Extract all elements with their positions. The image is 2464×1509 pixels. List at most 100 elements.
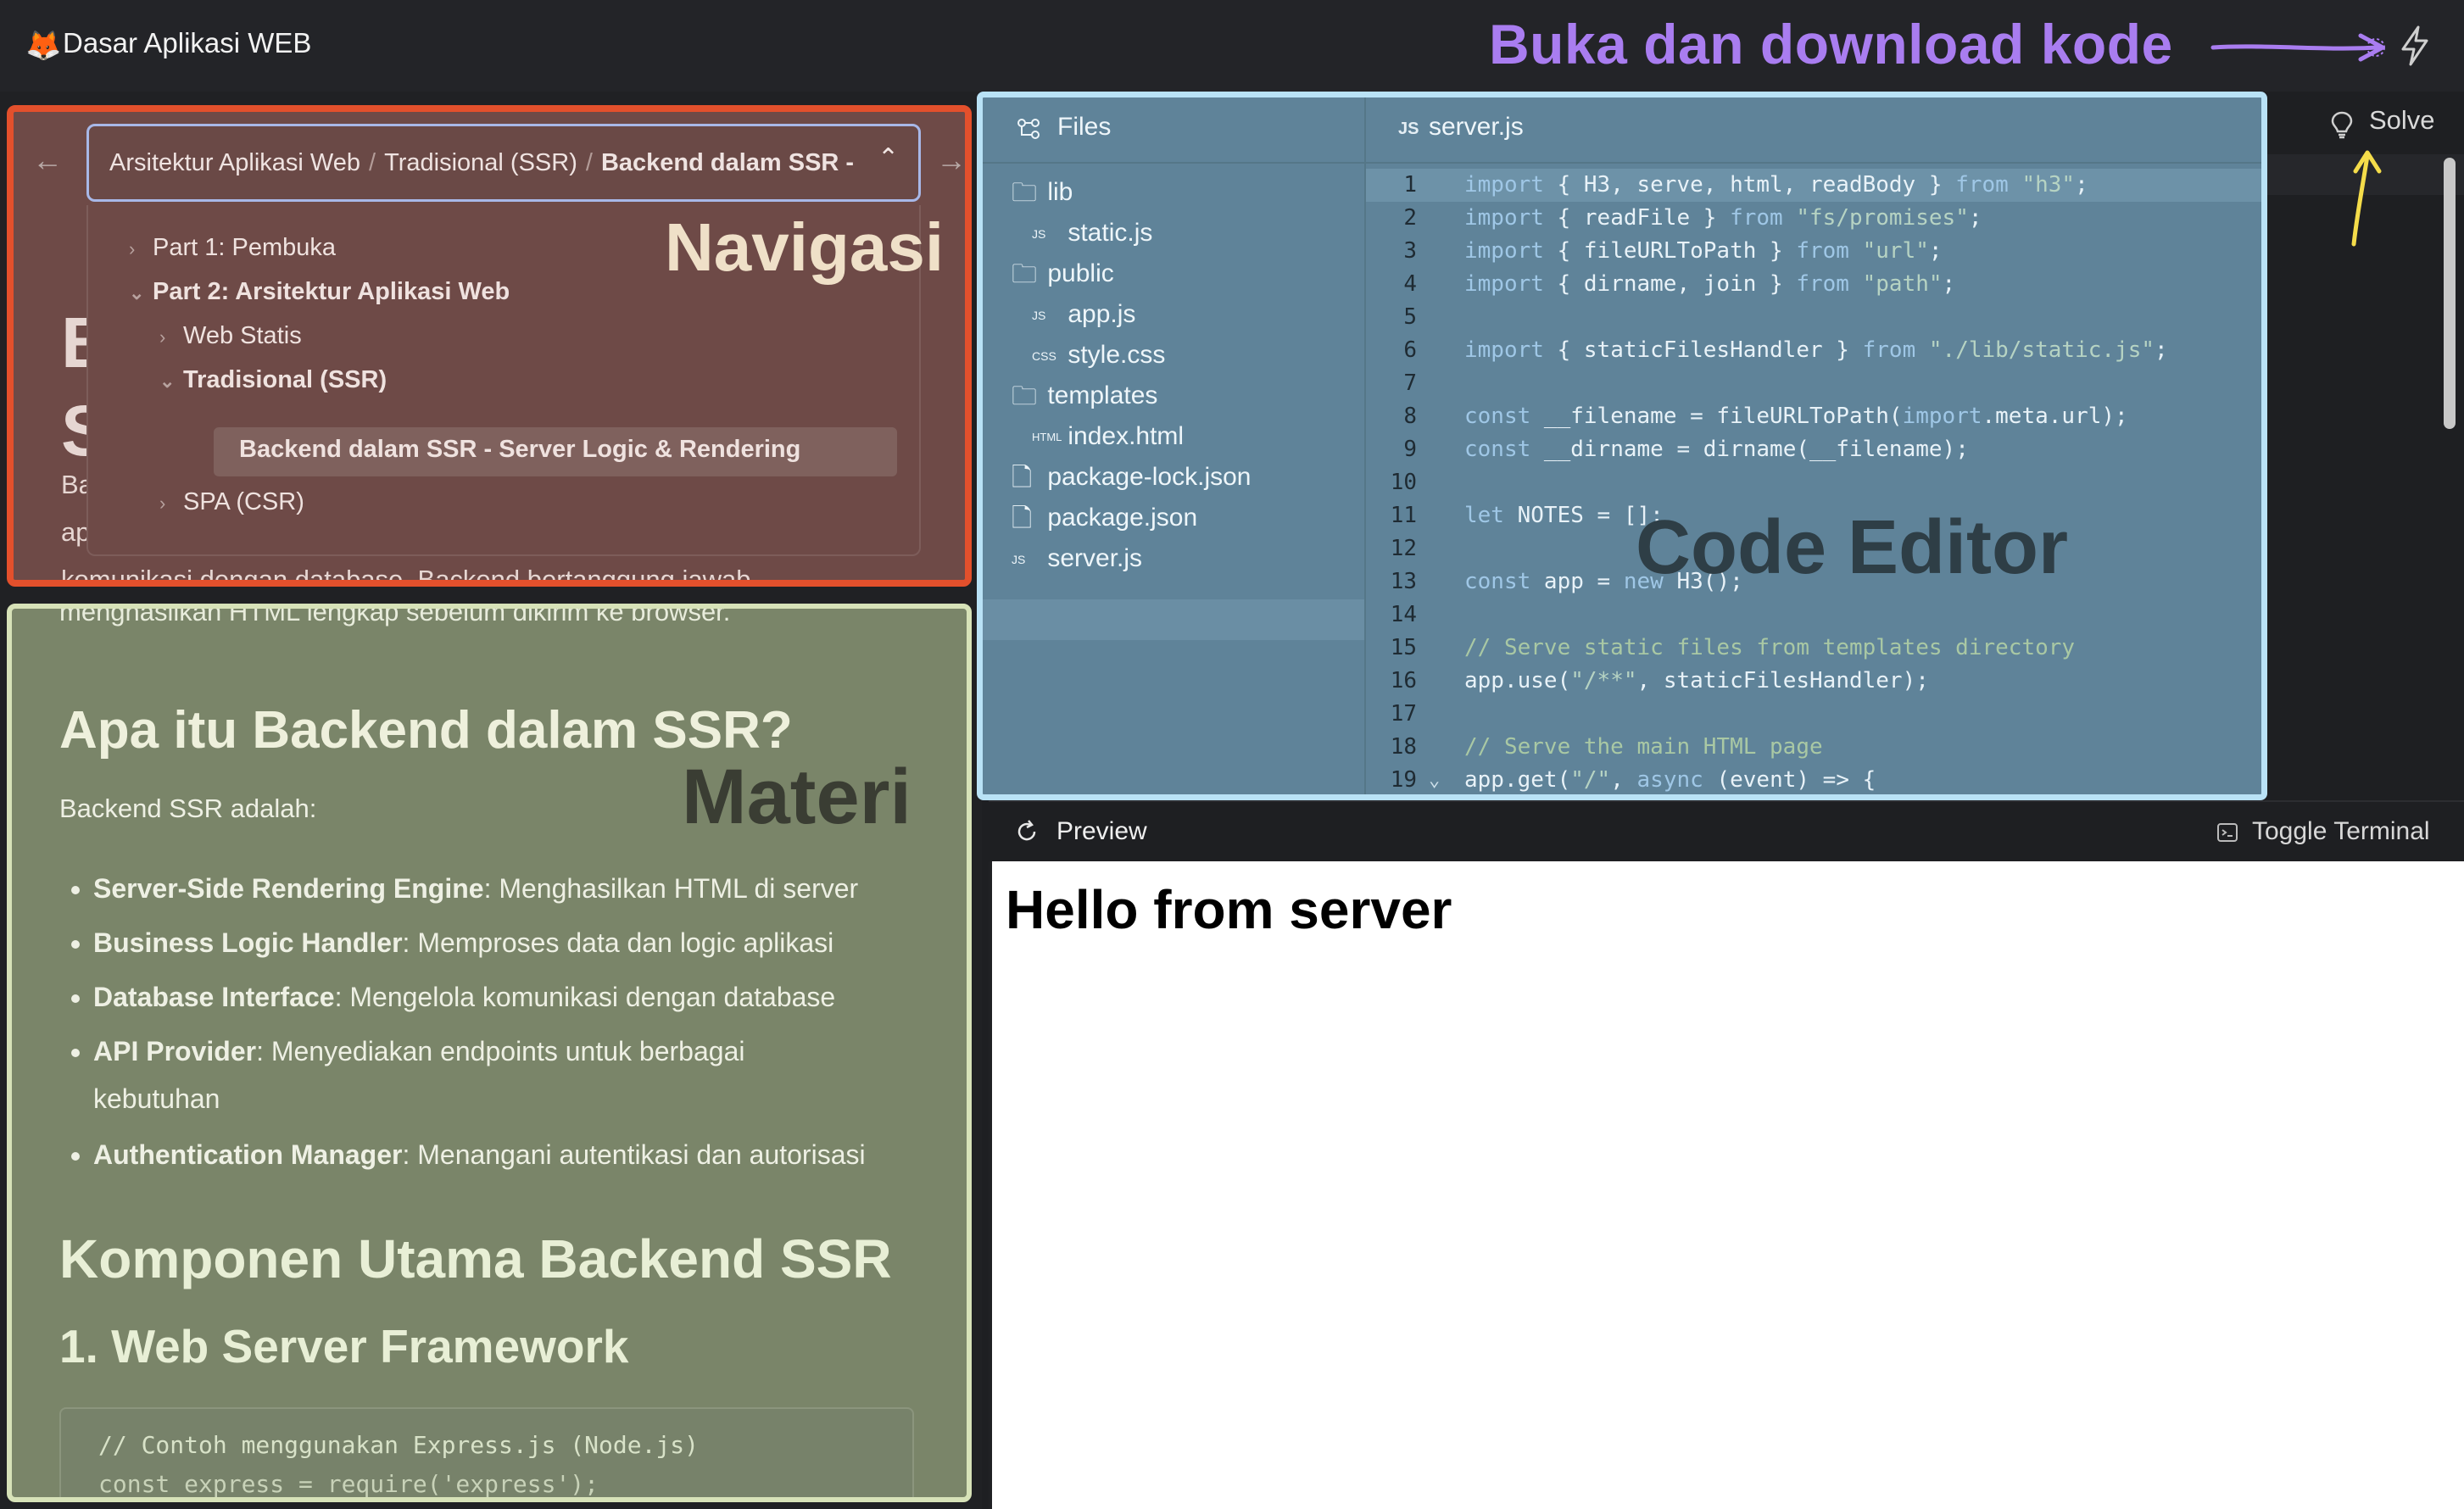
code-line[interactable]: 14 xyxy=(1366,599,2261,632)
toc-item-web-statis[interactable]: › Web Statis xyxy=(159,322,302,350)
lightbulb-icon[interactable] xyxy=(2330,110,2354,139)
line-number: 9 xyxy=(1403,437,1417,462)
line-number: 13 xyxy=(1390,569,1417,594)
section-heading: Komponen Utama Backend SSR xyxy=(59,1228,892,1289)
code-line[interactable]: 8 const __filename = fileURLToPath(import… xyxy=(1366,400,2261,433)
annotation-materi: Materi xyxy=(682,754,911,840)
feature-list: Server-Side Rendering Engine: Menghasilk… xyxy=(59,861,967,1182)
code-text: // Serve the main HTML page xyxy=(1464,734,1823,760)
breadcrumb-item[interactable]: Tradisional (SSR) xyxy=(384,149,577,176)
list-item-term: Business Logic Handler xyxy=(93,927,403,958)
list-item-desc: : Menangani autentikasi dan autorisasi xyxy=(402,1139,866,1170)
code-line[interactable]: 3 import { fileURLToPath } from "url"; xyxy=(1366,235,2261,268)
chevron-right-icon: › xyxy=(129,238,136,259)
code-text: import { fileURLToPath } from "url"; xyxy=(1464,238,1943,264)
code-line[interactable]: 7 xyxy=(1366,367,2261,400)
toc-item-tradisional[interactable]: ⌄ Tradisional (SSR) xyxy=(159,366,387,394)
file-tree: 🗀 lib JS static.js 🗀 public JS app.js CS… xyxy=(983,164,1366,794)
toc-item-part1[interactable]: › Part 1: Pembuka xyxy=(129,234,336,262)
editor-tab-bar: JS server.js xyxy=(1364,97,2261,164)
list-item-term: Authentication Manager xyxy=(93,1139,403,1170)
code-area[interactable]: 1 import { H3, serve, html, readBody } fr… xyxy=(1366,164,2261,794)
prev-page-arrow-icon[interactable]: ← xyxy=(32,142,63,178)
code-line[interactable]: 4 import { dirname, join } from "path"; xyxy=(1366,268,2261,301)
file-index-html[interactable]: HTML index.html xyxy=(1032,416,1184,457)
preview-title: Preview xyxy=(1056,817,1147,845)
toc-item-part2[interactable]: ⌄ Part 2: Arsitektur Aplikasi Web xyxy=(129,278,510,306)
code-editor-panel: Files JS server.js 🗀 lib JS static.js 🗀 … xyxy=(977,92,2267,800)
section-heading: Apa itu Backend dalam SSR? xyxy=(59,701,793,760)
breadcrumb: Arsitektur Aplikasi Web / Tradisional (SSR… xyxy=(109,126,856,199)
fox-logo-icon: 🦊 xyxy=(25,30,62,62)
js-file-icon: JS xyxy=(1032,309,1046,323)
app-title[interactable]: Dasar Aplikasi WEB xyxy=(63,27,311,59)
css-file-icon: CSS xyxy=(1032,349,1056,364)
js-file-icon: JS xyxy=(1032,227,1046,242)
toggle-terminal-button[interactable]: Toggle Terminal xyxy=(2252,817,2430,846)
list-item-term: API Provider xyxy=(93,1036,257,1066)
folder-public[interactable]: 🗀 public xyxy=(1012,253,1114,294)
terminal-icon[interactable] xyxy=(2216,822,2238,843)
breadcrumb-dropdown[interactable]: Arsitektur Aplikasi Web / Tradisional (SSR… xyxy=(86,124,921,202)
line-number: 15 xyxy=(1390,635,1417,660)
folder-icon: 🗀 xyxy=(1012,179,1037,208)
code-line[interactable]: 19 ⌄ app.get("/", async (event) => { xyxy=(1366,764,2261,794)
file-static-js[interactable]: JS static.js xyxy=(1032,213,1152,253)
breadcrumb-separator: / xyxy=(585,149,593,176)
file-server-js[interactable]: JS server.js xyxy=(1012,538,1142,579)
line-number: 3 xyxy=(1403,238,1417,264)
toc-item-spa[interactable]: › SPA (CSR) xyxy=(159,488,304,516)
chevron-right-icon: › xyxy=(159,493,166,514)
list-item: Server-Side Rendering Engine: Menghasilk… xyxy=(93,861,967,916)
top-bar: 🦊 Dasar Aplikasi WEB Buka dan download k… xyxy=(0,0,2464,92)
line-number: 14 xyxy=(1390,602,1417,627)
list-item-term: Server-Side Rendering Engine xyxy=(93,873,484,904)
tab-server-js[interactable]: server.js xyxy=(1429,113,1524,142)
next-page-arrow-icon[interactable]: → xyxy=(936,142,965,178)
code-line[interactable]: 6 import { staticFilesHandler } from "./l… xyxy=(1366,334,2261,367)
fold-chevron-icon[interactable]: ⌄ xyxy=(1429,764,1440,794)
js-file-icon: JS xyxy=(1012,553,1026,567)
file-package-json[interactable]: 🗋 package.json xyxy=(1012,498,1197,538)
code-text: import { dirname, join } from "path"; xyxy=(1464,271,1956,297)
code-text: let NOTES = []; xyxy=(1464,503,1664,528)
code-line: const express = require('express'); xyxy=(98,1470,599,1498)
code-line[interactable]: 15 // Serve static files from templates d… xyxy=(1366,632,2261,665)
code-line[interactable]: 2 import { readFile } from "fs/promises"; xyxy=(1366,202,2261,235)
code-line[interactable]: 9 const __dirname = dirname(__filename); xyxy=(1366,433,2261,466)
code-text: // Serve static files from templates dir… xyxy=(1464,635,2076,660)
toc-item-backend-ssr[interactable]: Backend dalam SSR - Server Logic & Rende… xyxy=(239,436,800,464)
file-icon: 🗋 xyxy=(1012,504,1033,533)
preview-toolbar: Preview Toggle Terminal xyxy=(989,800,2464,863)
folder-lib[interactable]: 🗀 lib xyxy=(1012,172,1073,213)
code-text: app.use("/**", staticFilesHandler); xyxy=(1464,668,1929,693)
navigation-panel: B S Ba ap komunikasi dengan database. Ba… xyxy=(7,105,972,587)
code-text: const __dirname = dirname(__filename); xyxy=(1464,437,1969,462)
code-line[interactable]: 18 // Serve the main HTML page xyxy=(1366,731,2261,764)
line-number: 4 xyxy=(1403,271,1417,297)
line-number: 7 xyxy=(1403,370,1417,396)
breadcrumb-item[interactable]: Arsitektur Aplikasi Web xyxy=(109,149,360,176)
refresh-icon[interactable] xyxy=(1014,819,1040,844)
annotation-navigasi: Navigasi xyxy=(665,209,945,285)
code-line[interactable]: 1 import { H3, serve, html, readBody } fr… xyxy=(1366,169,2261,202)
file-style-css[interactable]: CSS style.css xyxy=(1032,335,1165,376)
editor-scrollbar[interactable] xyxy=(2444,158,2456,429)
annotation-arrow-icon xyxy=(2210,33,2385,62)
code-line[interactable]: 10 xyxy=(1366,466,2261,499)
folder-templates[interactable]: 🗀 templates xyxy=(1012,376,1157,416)
code-line[interactable]: 5 xyxy=(1366,301,2261,334)
bolt-icon[interactable] xyxy=(2398,25,2432,66)
code-comment: // Contoh menggunakan Express.js (Node.j… xyxy=(98,1431,700,1459)
file-app-js[interactable]: JS app.js xyxy=(1032,294,1135,335)
line-number: 12 xyxy=(1390,536,1417,561)
line-number: 2 xyxy=(1403,205,1417,231)
solve-button[interactable]: Solve xyxy=(2369,105,2435,136)
chevron-right-icon: › xyxy=(159,326,166,348)
code-line[interactable]: 16 app.use("/**", staticFilesHandler); xyxy=(1366,665,2261,698)
line-number: 17 xyxy=(1390,701,1417,727)
file-package-lock-json[interactable]: 🗋 package-lock.json xyxy=(1012,457,1251,498)
chevron-up-icon[interactable]: ⌃ xyxy=(878,143,899,173)
code-line[interactable]: 17 xyxy=(1366,698,2261,731)
list-item-desc: : Mengelola komunikasi dengan database xyxy=(334,982,836,1012)
